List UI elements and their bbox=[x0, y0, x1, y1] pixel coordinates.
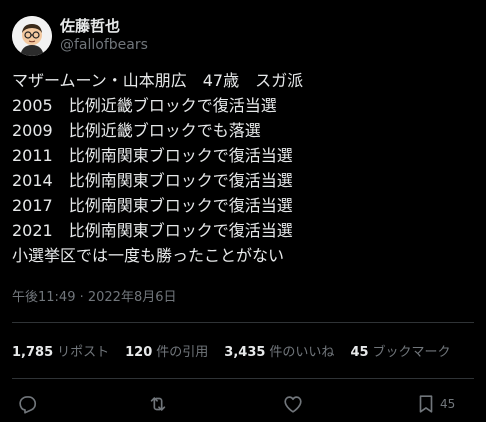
reply-button[interactable] bbox=[16, 390, 38, 418]
bookmark-stat-count: 45 bbox=[350, 345, 369, 360]
like-count: 3,435 bbox=[224, 345, 266, 360]
cartoon-avatar-icon bbox=[12, 16, 52, 56]
like-label: 件のいいね bbox=[269, 345, 335, 360]
engagement-stats: 1,785 リポスト 120 件の引用 3,435 件のいいね 45 ブックマーク bbox=[12, 344, 467, 362]
action-bar: 45 bbox=[0, 390, 486, 418]
like-button[interactable] bbox=[282, 390, 304, 418]
tweet-timestamp[interactable]: 午後11:49 · 2022年8月6日 bbox=[12, 289, 177, 307]
retweet-stat[interactable]: 1,785 リポスト bbox=[12, 344, 109, 362]
bookmark-icon bbox=[419, 395, 433, 413]
tweet-line: 小選挙区では一度も勝ったことがない bbox=[12, 246, 285, 265]
quote-count: 120 bbox=[125, 345, 153, 360]
retweet-label: リポスト bbox=[57, 345, 110, 360]
tweet-line: マザームーン・山本朋広 47歳 スガ派 bbox=[12, 71, 304, 90]
tweet-header: 佐藤哲也 @fallofbears bbox=[12, 16, 148, 56]
tweet-line: 2017 比例南関東ブロックで復活当選 bbox=[12, 196, 293, 215]
tweet-line: 2021 比例南関東ブロックで復活当選 bbox=[12, 221, 293, 240]
bookmark-button[interactable]: 45 bbox=[416, 390, 455, 418]
retweet-count: 1,785 bbox=[12, 345, 54, 360]
heart-icon bbox=[284, 396, 302, 413]
divider bbox=[12, 322, 474, 323]
divider bbox=[12, 378, 474, 379]
tweet-line: 2011 比例南関東ブロックで復活当選 bbox=[12, 146, 293, 165]
bookmark-label: ブックマーク bbox=[372, 345, 451, 360]
bookmark-stat[interactable]: 45 ブックマーク bbox=[350, 344, 450, 362]
reply-icon bbox=[19, 396, 37, 414]
retweet-button[interactable] bbox=[147, 390, 169, 418]
tweet-line: 2014 比例南関東ブロックで復活当選 bbox=[12, 171, 293, 190]
quote-stat[interactable]: 120 件の引用 bbox=[125, 344, 208, 362]
tweet-line: 2009 比例近畿ブロックでも落選 bbox=[12, 121, 261, 140]
tweet-text: マザームーン・山本朋広 47歳 スガ派 2005 比例近畿ブロックで復活当選 2… bbox=[12, 68, 472, 268]
bookmark-button-count: 45 bbox=[440, 397, 456, 411]
author-names: 佐藤哲也 @fallofbears bbox=[60, 17, 148, 55]
quote-label: 件の引用 bbox=[156, 345, 209, 360]
author-handle[interactable]: @fallofbears bbox=[60, 36, 148, 55]
like-stat[interactable]: 3,435 件のいいね bbox=[224, 344, 334, 362]
retweet-icon bbox=[150, 397, 166, 411]
author-display-name[interactable]: 佐藤哲也 bbox=[60, 17, 148, 36]
avatar[interactable] bbox=[12, 16, 52, 56]
tweet-detail: 佐藤哲也 @fallofbears マザームーン・山本朋広 47歳 スガ派 20… bbox=[0, 0, 486, 422]
tweet-line: 2005 比例近畿ブロックで復活当選 bbox=[12, 96, 277, 115]
